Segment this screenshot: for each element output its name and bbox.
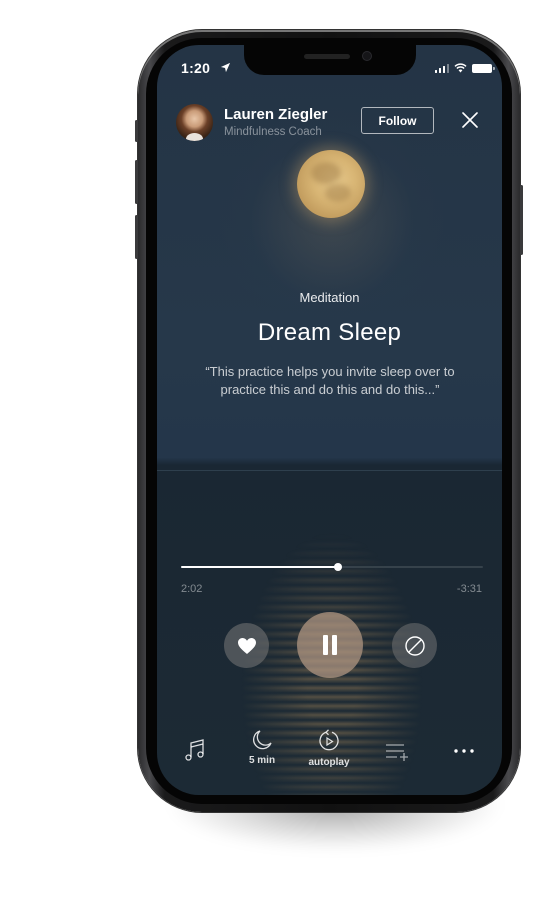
moon-icon [253,730,272,750]
battery-icon [472,63,495,73]
host-name[interactable]: Lauren Ziegler [224,106,327,123]
pause-button[interactable] [297,612,363,678]
follow-button[interactable]: Follow [361,107,434,134]
wifi-icon [454,63,467,73]
sleep-timer-label: 5 min [248,755,276,766]
heart-icon [237,637,256,654]
autoplay-label: autoplay [308,757,350,768]
remaining-time: -3:31 [456,583,482,595]
front-camera [362,51,372,61]
autoplay-button[interactable]: autoplay [303,729,355,768]
add-to-queue-button[interactable] [385,743,409,761]
volume-up-button [135,160,138,204]
volume-down-button [135,215,138,259]
status-time: 1:20 [181,60,211,76]
close-icon[interactable] [461,111,479,129]
cellular-signal-icon [434,63,449,73]
like-button[interactable] [224,623,269,668]
session-description: “This practice helps you invite sleep ov… [205,364,455,397]
block-icon [404,635,425,656]
speaker [304,54,350,59]
host-role: Mindfulness Coach [224,126,322,138]
elapsed-time: 2:02 [181,583,203,595]
more-button[interactable] [453,748,475,754]
pause-icon [323,635,337,655]
power-button [520,185,523,255]
mute-switch [135,120,138,142]
player-screen: 1:20 Lauren Ziegler Mindfulness Coach Fo… [157,45,502,795]
block-button[interactable] [392,623,437,668]
moon-image [297,150,365,218]
progress-thumb[interactable] [334,563,343,571]
music-button[interactable] [184,738,206,762]
progress-fill [181,566,339,568]
status-icons [434,63,495,73]
session-category: Meditation [299,290,360,305]
add-to-queue-icon [386,744,408,761]
more-icon [454,749,474,753]
location-arrow-icon [220,62,231,73]
autoplay-icon [319,729,339,751]
horizon-line [157,470,502,471]
host-avatar[interactable] [176,104,213,141]
progress-slider[interactable] [181,563,483,571]
music-note-icon [185,739,204,761]
notch [244,45,416,75]
session-title: Dream Sleep [257,319,402,346]
sleep-timer-button[interactable]: 5 min [242,729,282,766]
